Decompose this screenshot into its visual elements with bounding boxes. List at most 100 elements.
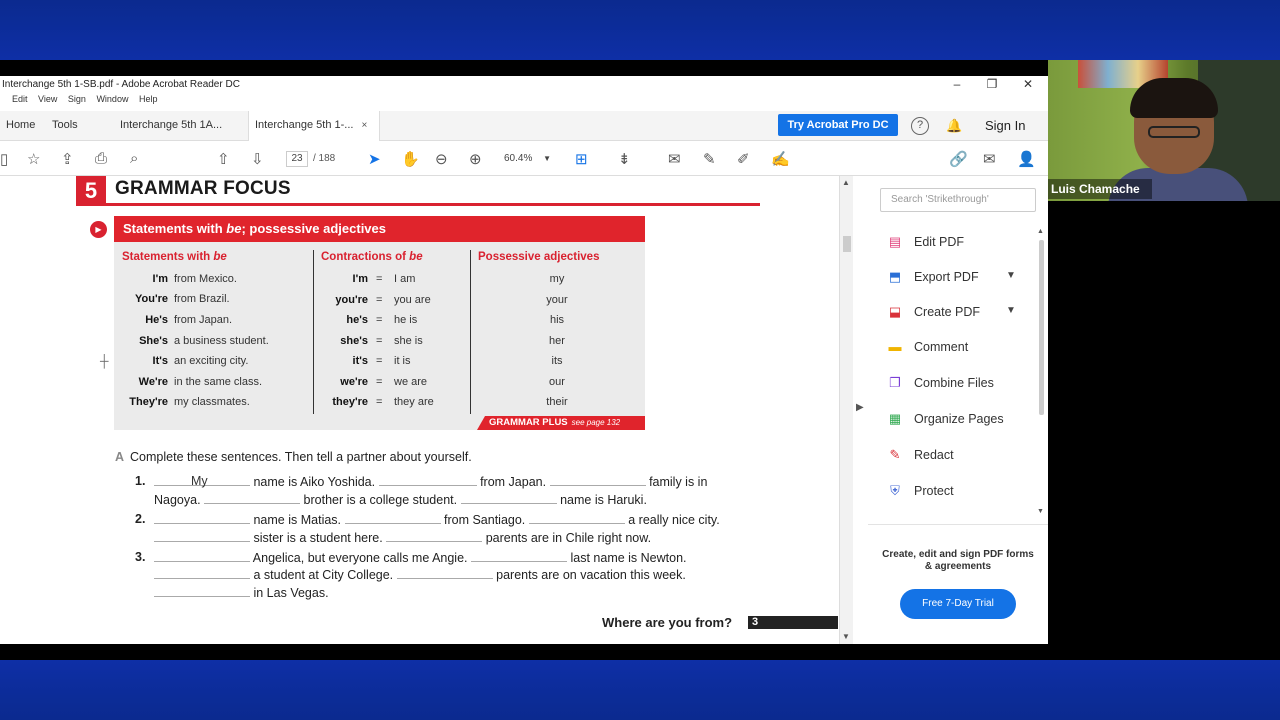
contraction-equals: = <box>376 376 383 388</box>
tool-redact[interactable]: ✎ Redact <box>886 445 1036 467</box>
scroll-mode-icon[interactable]: ⇟ <box>618 150 631 168</box>
document-scrollbar[interactable]: ▲ ▼ <box>839 176 853 644</box>
close-window-icon[interactable]: ✕ <box>1021 77 1035 91</box>
menu-help[interactable]: Help <box>139 94 158 104</box>
menu-window[interactable]: Window <box>96 94 128 104</box>
tool-edit-pdf[interactable]: ▤ Edit PDF <box>886 232 1036 254</box>
chevron-down-icon[interactable]: ▼ <box>1006 270 1016 281</box>
add-user-icon[interactable]: 👤 <box>1017 150 1036 168</box>
answer-blank[interactable] <box>549 474 646 486</box>
tool-label: Redact <box>914 448 954 462</box>
fill-sign-icon[interactable]: ✍ <box>771 150 790 168</box>
tools-search-input[interactable]: Search 'Strikethrough' <box>880 188 1036 212</box>
contraction-short: we're <box>340 376 368 388</box>
contraction-equals: = <box>376 314 383 326</box>
tool-protect[interactable]: ⛨ Protect <box>886 481 1036 503</box>
possessive-adjective: our <box>549 376 565 388</box>
tool-combine-files[interactable]: ❐ Combine Files <box>886 373 1036 395</box>
upload-icon[interactable]: ⇪ <box>61 150 74 168</box>
page-number-input[interactable]: 23 <box>286 151 308 167</box>
email-icon[interactable]: ✉ <box>983 150 996 168</box>
sign-in-link[interactable]: Sign In <box>985 118 1025 133</box>
highlight-pen-icon[interactable]: ✎ <box>703 150 716 168</box>
minimize-icon[interactable]: – <box>950 77 964 91</box>
next-page-icon[interactable]: ⇩ <box>251 150 264 168</box>
scroll-down-icon[interactable]: ▼ <box>1037 508 1044 515</box>
tool-create-pdf[interactable]: ⬓ Create PDF ▼ <box>886 302 1036 324</box>
answer-blank[interactable] <box>471 550 567 562</box>
scroll-up-icon[interactable]: ▲ <box>1037 228 1044 235</box>
tool-label: Create PDF <box>914 305 980 319</box>
create-icon[interactable]: ▯ <box>0 150 8 168</box>
zoom-level-select[interactable]: 60.4% ▼ <box>504 151 556 167</box>
answer-blank[interactable] <box>344 512 441 524</box>
print-icon[interactable]: ⎙ <box>95 150 107 167</box>
statement-pronoun: It's <box>152 355 168 367</box>
menu-sign[interactable]: Sign <box>68 94 86 104</box>
tool-export-pdf[interactable]: ⬒ Export PDF ▼ <box>886 267 1036 289</box>
menu-view[interactable]: View <box>38 94 57 104</box>
chevron-down-icon[interactable]: ▼ <box>1006 305 1016 316</box>
grammar-plus-page: see page 132 <box>571 418 621 427</box>
zoom-in-icon[interactable]: ⊕ <box>469 150 482 168</box>
select-tool-icon[interactable]: ➤ <box>368 150 381 168</box>
free-trial-button[interactable]: Free 7-Day Trial <box>900 589 1016 619</box>
collapse-pane-icon[interactable]: ▶ <box>856 402 864 413</box>
find-icon[interactable]: ⌕ <box>130 150 138 167</box>
statement-pronoun: You're <box>135 293 168 305</box>
col1-head-em: be <box>213 251 227 263</box>
close-tab-icon[interactable]: × <box>361 120 367 131</box>
previous-page-icon[interactable]: ⇧ <box>217 150 230 168</box>
answer-blank[interactable] <box>154 567 250 579</box>
possessive-adjective: your <box>546 294 568 306</box>
scroll-up-icon[interactable]: ▲ <box>842 178 850 187</box>
answer-blank[interactable] <box>154 585 250 597</box>
menu-edit[interactable]: Edit <box>12 94 28 104</box>
scroll-thumb[interactable] <box>843 236 851 252</box>
grammar-box: Statements with be; possessive adjective… <box>114 216 645 430</box>
tool-label: Comment <box>914 340 969 354</box>
contraction-short: you're <box>335 294 368 306</box>
zoom-out-icon[interactable]: ⊖ <box>435 150 448 168</box>
notification-bell-icon[interactable]: 🔔 <box>946 118 962 134</box>
answer-blank[interactable] <box>460 492 557 504</box>
tools-scrollbar[interactable]: ▲ ▼ <box>1036 228 1046 518</box>
document-view[interactable]: 5 GRAMMAR FOCUS ▶ Statements with be; po… <box>0 176 838 644</box>
tab-document-2[interactable]: Interchange 5th 1-... × <box>248 111 380 141</box>
answer-blank[interactable] <box>386 530 483 542</box>
participant-glasses <box>1148 126 1200 138</box>
answer-blank[interactable] <box>528 512 625 524</box>
answer-blank[interactable] <box>154 512 250 524</box>
tool-comment[interactable]: ▬ Comment <box>886 337 1036 359</box>
audio-play-icon[interactable]: ▶ <box>90 221 107 238</box>
answer-blank[interactable] <box>154 550 250 562</box>
tab-tools-label: Tools <box>52 119 78 131</box>
contraction-full: it is <box>394 355 411 367</box>
share-link-icon[interactable]: 🔗 <box>949 150 968 168</box>
restore-icon[interactable]: ❐ <box>985 77 999 91</box>
tab-home-label: Home <box>6 119 36 131</box>
answer-blank[interactable] <box>154 530 250 542</box>
possessive-adjective: their <box>546 396 568 408</box>
tab-tools[interactable]: Tools <box>46 111 84 141</box>
page-display-icon[interactable]: ⊞ <box>575 150 588 168</box>
help-icon[interactable]: ? <box>911 117 929 135</box>
exercise-item-number: 3. <box>135 550 146 564</box>
scroll-thumb[interactable] <box>1039 240 1044 415</box>
tab-document-1[interactable]: Interchange 5th 1A... <box>114 111 228 141</box>
comment-icon[interactable]: ✉ <box>668 150 681 168</box>
answer-blank[interactable] <box>396 567 493 579</box>
exercise-line: Nagoya. brother is a college student. na… <box>154 492 647 507</box>
answer-blank[interactable] <box>204 492 301 504</box>
answer-blank[interactable] <box>378 474 477 486</box>
try-acrobat-pro-button[interactable]: Try Acrobat Pro DC <box>778 114 898 136</box>
tool-organize-pages[interactable]: ▦ Organize Pages <box>886 409 1036 431</box>
hand-tool-icon[interactable]: ✋ <box>401 150 420 168</box>
scroll-down-icon[interactable]: ▼ <box>842 632 850 641</box>
exercise-text: name is Aiko Yoshida. <box>253 475 376 489</box>
exercise-text: Nagoya. <box>154 493 201 507</box>
bookmark-star-icon[interactable]: ☆ <box>27 150 40 168</box>
contraction-full: we are <box>394 376 428 388</box>
draw-icon[interactable]: ✐ <box>737 150 750 168</box>
tab-home[interactable]: Home <box>0 111 41 141</box>
